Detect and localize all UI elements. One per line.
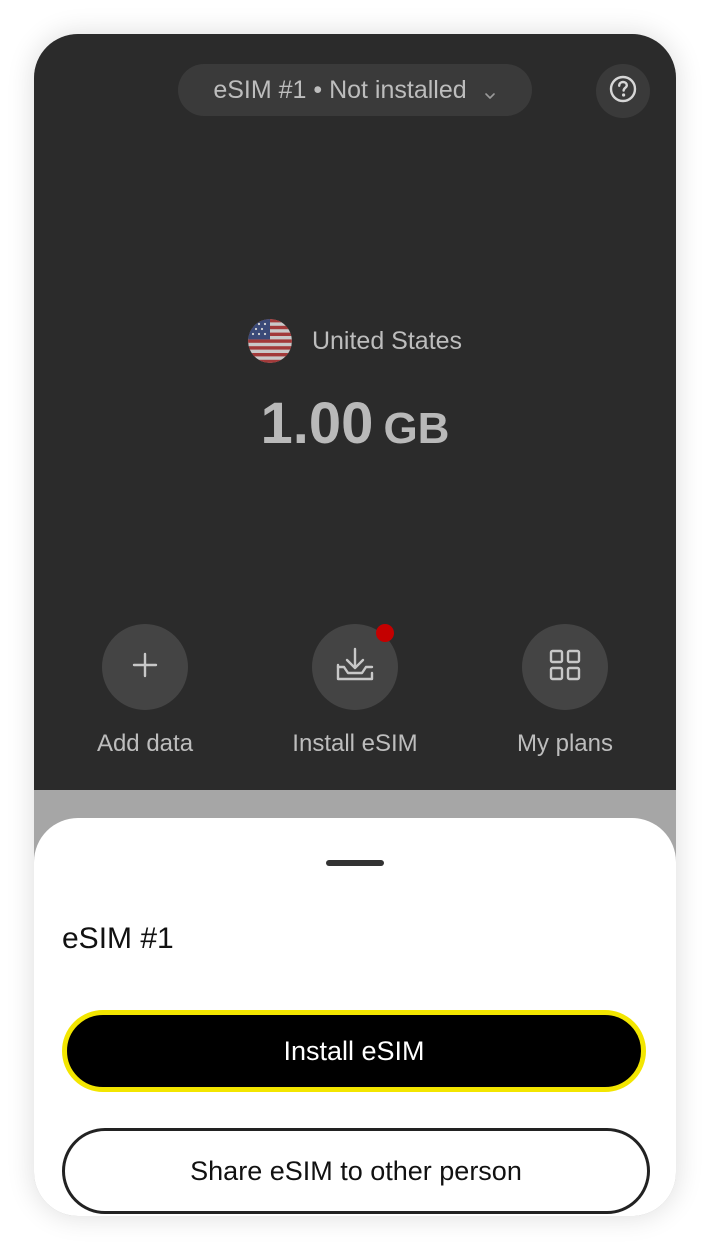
add-data-circle[interactable] <box>102 624 188 710</box>
grid-icon <box>547 647 583 688</box>
esim-overview-panel: eSIM #1 • Not installed United States 1.… <box>34 34 676 790</box>
install-esim-button[interactable]: Install eSIM <box>62 1010 646 1092</box>
sheet-drag-handle[interactable] <box>326 860 384 866</box>
question-circle-icon <box>608 74 638 109</box>
notification-dot <box>376 624 394 642</box>
country-name: United States <box>311 326 463 355</box>
data-amount-value: 1.00 <box>260 391 374 456</box>
app-screen: eSIM #1 • Not installed United States 1.… <box>34 34 676 1216</box>
my-plans-circle[interactable] <box>522 624 608 710</box>
data-amount-unit: GB <box>383 404 450 453</box>
bottom-sheet: eSIM #1 Install eSIM Share eSIM to other… <box>34 818 676 1216</box>
sheet-title: eSIM #1 <box>62 922 174 955</box>
download-tray-icon <box>333 645 377 690</box>
help-button[interactable] <box>596 64 650 118</box>
add-data-button[interactable]: Add data <box>45 624 245 758</box>
quick-actions: Add data Install eSIM My plans <box>34 624 676 774</box>
data-amount: 1.00 GB <box>34 390 676 457</box>
esim-selector-label: eSIM #1 • Not installed <box>213 75 467 104</box>
plan-country: United States <box>34 319 676 363</box>
esim-selector-dropdown[interactable]: eSIM #1 • Not installed <box>178 64 532 116</box>
my-plans-button[interactable]: My plans <box>465 624 665 758</box>
share-esim-button[interactable]: Share eSIM to other person <box>62 1128 650 1214</box>
install-esim-circle[interactable] <box>312 624 398 710</box>
install-esim-action-label: Install eSIM <box>292 730 418 757</box>
my-plans-label: My plans <box>516 730 614 757</box>
us-flag-icon <box>247 319 292 363</box>
install-esim-action-button[interactable]: Install eSIM <box>255 624 455 758</box>
chevron-down-icon <box>483 81 497 99</box>
add-data-label: Add data <box>96 730 194 757</box>
plus-icon <box>130 650 160 685</box>
